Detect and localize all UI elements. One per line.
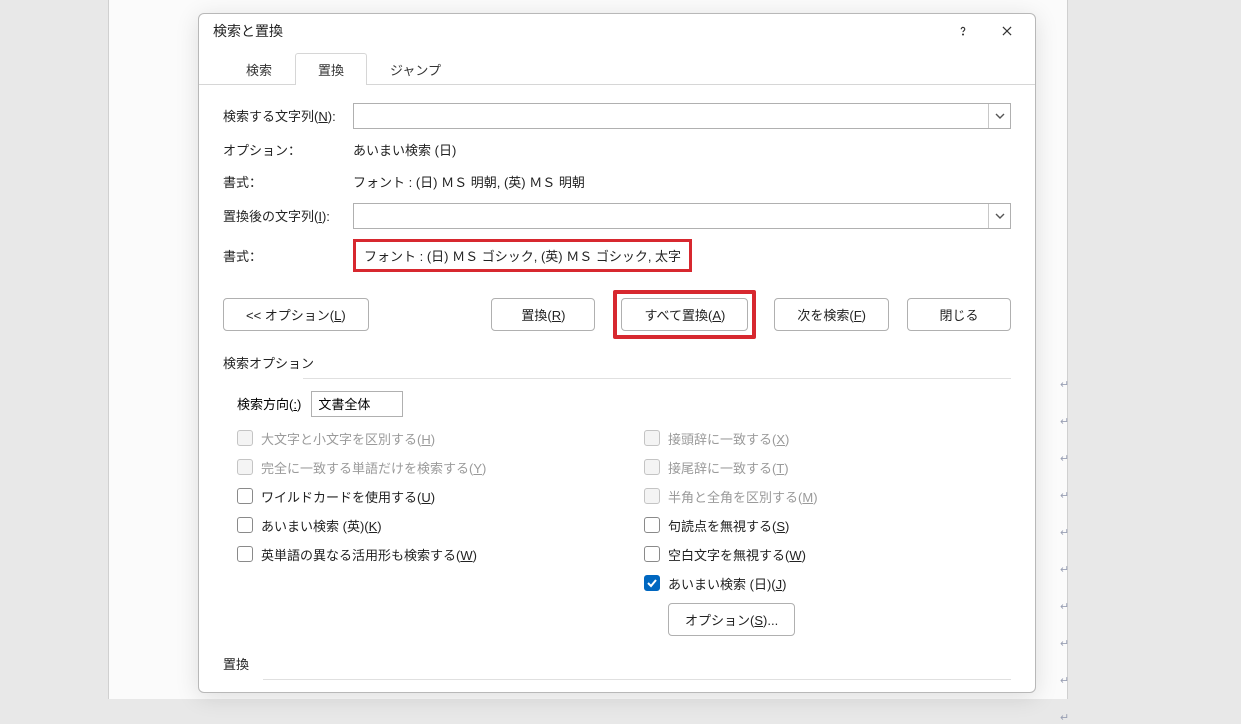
find-input-combo[interactable] (353, 103, 1011, 129)
tab-search[interactable]: 検索 (223, 53, 295, 85)
replace-one-button[interactable]: 置換(R) (491, 298, 595, 331)
less-options-button[interactable]: << オプション(L) (223, 298, 369, 331)
tab-bar: 検索 置換 ジャンプ (199, 48, 1035, 85)
check-sounds-like-en[interactable]: あいまい検索 (英)(K) (237, 516, 604, 535)
tab-replace[interactable]: 置換 (295, 53, 367, 85)
check-wildcard[interactable]: ワイルドカードを使用する(U) (237, 487, 604, 506)
find-input[interactable] (354, 104, 988, 128)
replace-section-title: 置換 (223, 654, 1011, 673)
replace-input-combo[interactable] (353, 203, 1011, 229)
replace-all-button[interactable]: すべて置換(A) (621, 298, 748, 331)
tab-jump[interactable]: ジャンプ (367, 53, 464, 85)
check-half-full: 半角と全角を区別する(M) (644, 487, 1011, 506)
replace-dropdown[interactable] (988, 204, 1010, 228)
close-button[interactable] (985, 16, 1029, 46)
format2-value-highlight: フォント : (日) ＭＳ ゴシック, (英) ＭＳ ゴシック, 太字 (353, 239, 692, 272)
close-dialog-button[interactable]: 閉じる (907, 298, 1011, 331)
replace-input[interactable] (354, 204, 988, 228)
option-value: あいまい検索 (日) (353, 140, 1011, 159)
search-options-title: 検索オプション (223, 353, 1011, 372)
direction-select[interactable]: 文書全体 (311, 391, 403, 417)
format1-label: 書式： (223, 172, 353, 191)
help-button[interactable] (941, 16, 985, 46)
replace-label: 置換後の文字列(I): (223, 206, 353, 225)
format2-label: 書式： (223, 246, 353, 265)
fuzzy-options-button[interactable]: オプション(S)... (668, 603, 795, 636)
find-dropdown[interactable] (988, 104, 1010, 128)
check-word-forms[interactable]: 英単語の異なる活用形も検索する(W) (237, 545, 604, 564)
replace-all-highlight: すべて置換(A) (613, 290, 756, 339)
action-button-row: << オプション(L) 置換(R) すべて置換(A) 次を検索(F) 閉じる (223, 290, 1011, 339)
option-label: オプション： (223, 140, 353, 159)
check-sounds-like-ja[interactable]: あいまい検索 (日)(J) (644, 574, 1011, 593)
check-match-case: 大文字と小文字を区別する(H) (237, 429, 604, 448)
find-replace-dialog: 検索と置換 検索 置換 ジャンプ 検索する文字列(N): (198, 13, 1036, 693)
check-ignore-space[interactable]: 空白文字を無視する(W) (644, 545, 1011, 564)
check-whole-word: 完全に一致する単語だけを検索する(Y) (237, 458, 604, 477)
find-label: 検索する文字列(N): (223, 106, 353, 125)
find-next-button[interactable]: 次を検索(F) (774, 298, 889, 331)
check-match-suffix: 接尾辞に一致する(T) (644, 458, 1011, 477)
format1-value: フォント : (日) ＭＳ 明朝, (英) ＭＳ 明朝 (353, 172, 1011, 191)
dialog-title: 検索と置換 (213, 21, 283, 41)
check-match-prefix: 接頭辞に一致する(X) (644, 429, 1011, 448)
check-ignore-punct[interactable]: 句読点を無視する(S) (644, 516, 1011, 535)
dialog-titlebar: 検索と置換 (199, 14, 1035, 48)
paragraph-marks-col: ↵↵↵↵↵↵↵↵↵↵ (1060, 378, 1069, 724)
direction-label: 検索方向(:) (237, 394, 301, 413)
